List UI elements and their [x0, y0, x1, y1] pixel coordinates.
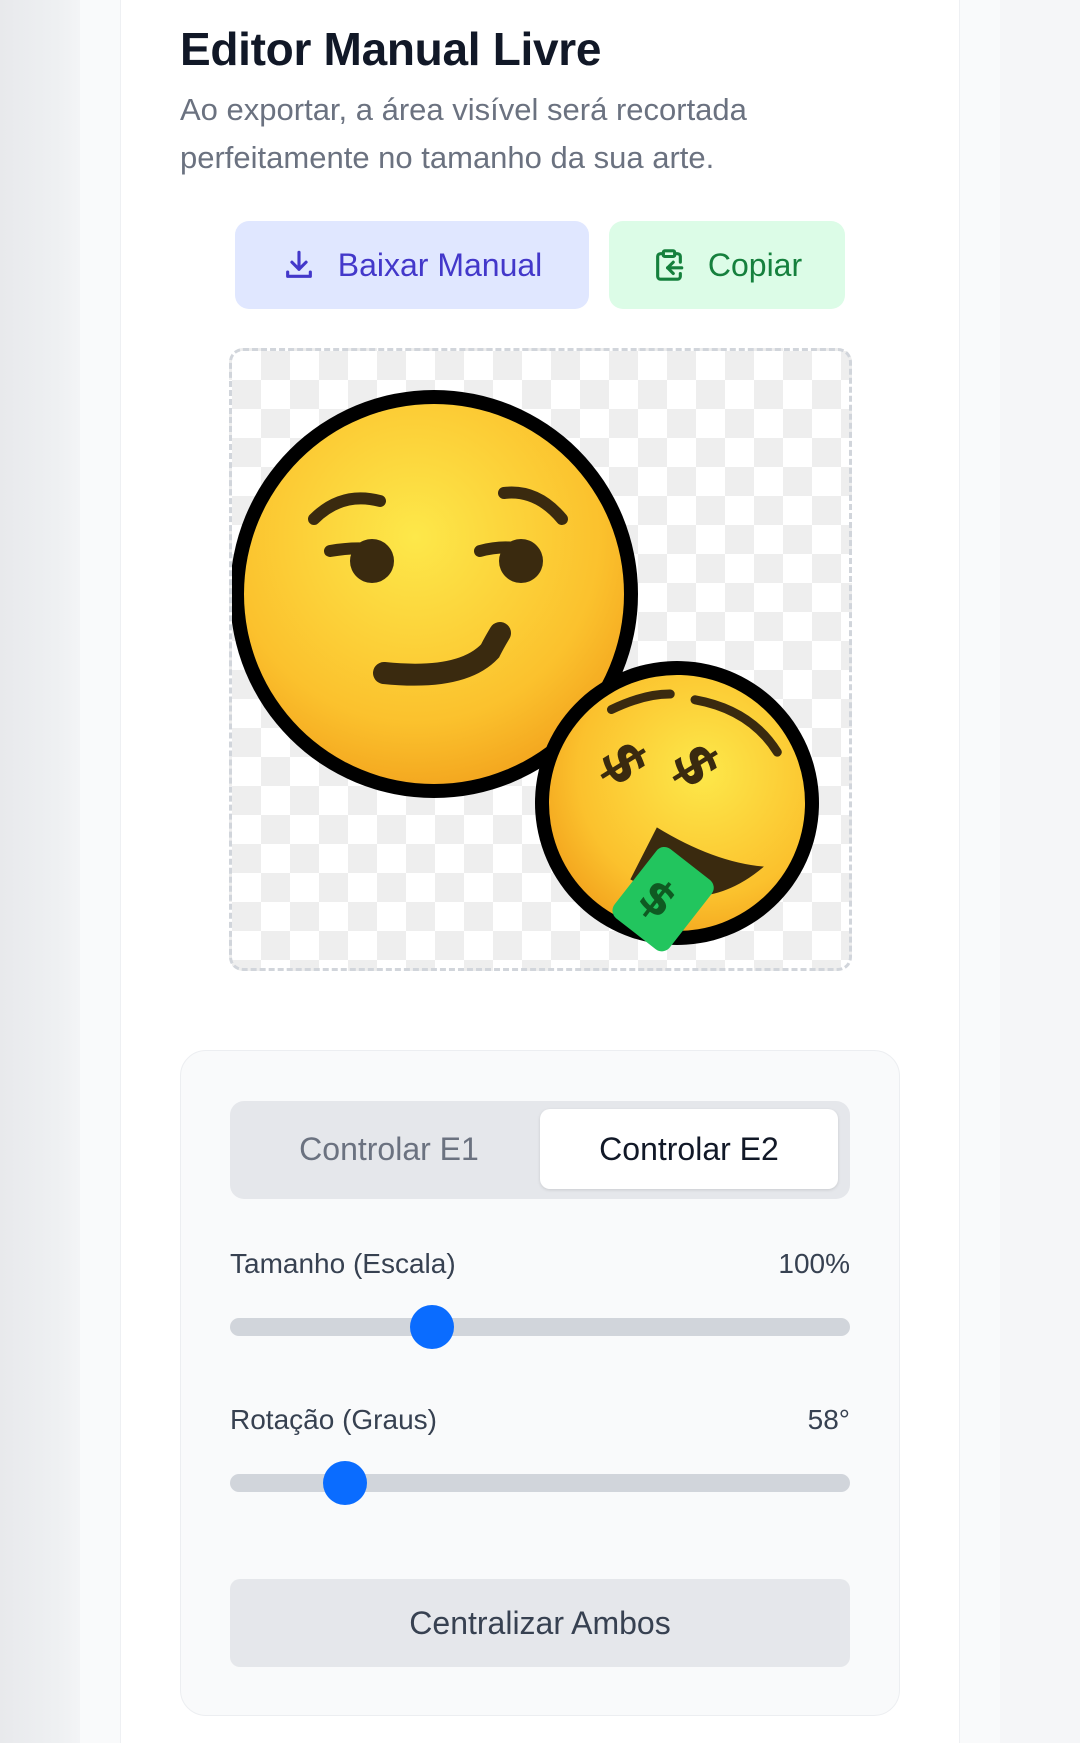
emoji-tabs: Controlar E1 Controlar E2 [230, 1101, 850, 1199]
clipboard-copy-icon [652, 248, 686, 282]
page-background-right [1000, 0, 1080, 1743]
copy-button-label: Copiar [707, 246, 803, 283]
download-button[interactable]: Baixar Manual [235, 221, 589, 309]
tab-control-e1[interactable]: Controlar E1 [240, 1109, 538, 1189]
scale-slider-thumb[interactable] [409, 1305, 454, 1349]
page-background-left [0, 0, 80, 1743]
rotation-value: 58° [807, 1404, 850, 1435]
scale-value: 100% [778, 1248, 850, 1279]
scale-label: Tamanho (Escala) [230, 1248, 456, 1279]
center-both-button[interactable]: Centralizar Ambos [230, 1579, 850, 1667]
tab-control-e2[interactable]: Controlar E2 [540, 1109, 838, 1189]
scale-slider[interactable] [230, 1305, 850, 1349]
page-subtitle: Ao exportar, a área visível será recorta… [180, 92, 747, 175]
download-icon [282, 248, 316, 282]
editor-canvas[interactable]: $ $ $ [229, 348, 852, 971]
rotation-slider-thumb[interactable] [323, 1461, 368, 1505]
download-button-label: Baixar Manual [337, 246, 543, 283]
emoji-layer: $ $ $ [232, 390, 819, 952]
page-title: Editor Manual Livre [180, 23, 602, 75]
rotation-label: Rotação (Graus) [230, 1404, 437, 1435]
copy-button[interactable]: Copiar [609, 221, 845, 309]
rotation-slider[interactable] [230, 1461, 850, 1505]
